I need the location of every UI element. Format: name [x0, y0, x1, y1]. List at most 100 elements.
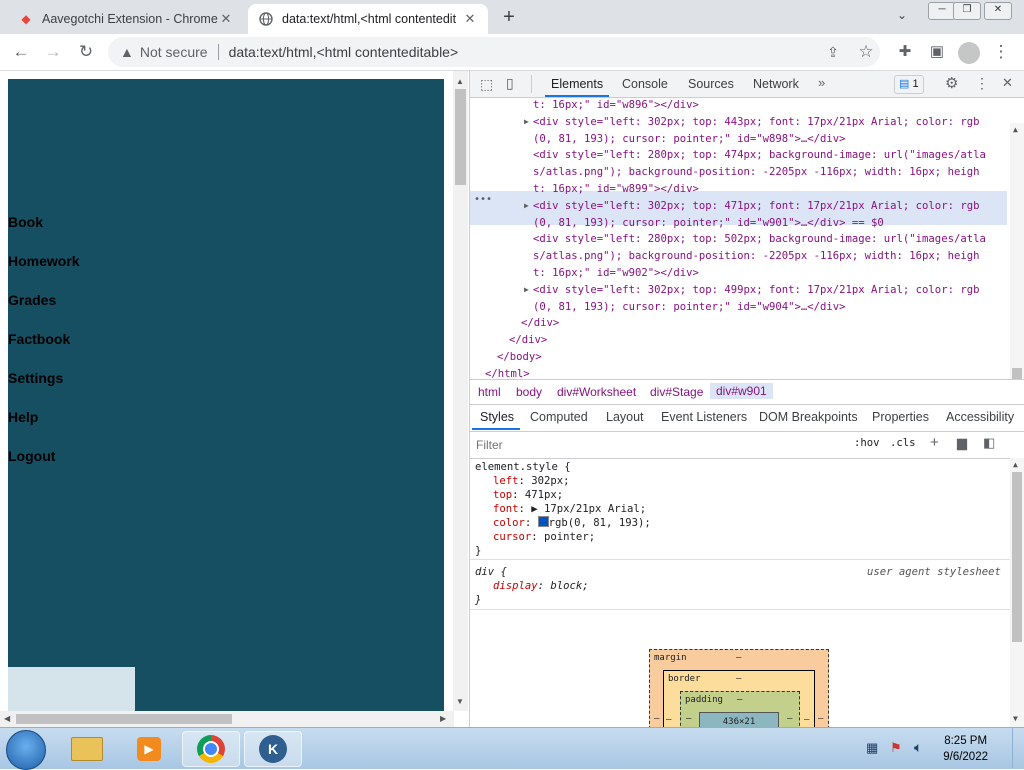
nav-link-book[interactable]: Book [8, 214, 43, 230]
breadcrumb-worksheet[interactable]: div#Worksheet [557, 385, 636, 399]
style-prop-left[interactable]: left: 302px; [493, 474, 570, 488]
subtab-computed[interactable]: Computed [530, 410, 588, 424]
scroll-thumb[interactable] [1012, 472, 1022, 642]
page-horizontal-scrollbar[interactable]: ◀ ▶ [0, 711, 454, 727]
system-clock[interactable]: 8:25 PM 9/6/2022 [943, 733, 988, 765]
subtab-properties[interactable]: Properties [872, 410, 929, 424]
start-button-icon[interactable] [6, 730, 46, 770]
box-model-border[interactable]: border – – – padding – – – 436×21 [663, 670, 815, 732]
breadcrumb-body[interactable]: body [516, 385, 542, 399]
nav-link-grades[interactable]: Grades [8, 292, 56, 308]
subtab-event-listeners[interactable]: Event Listeners [661, 410, 747, 424]
close-tab-icon[interactable]: ✕ [462, 11, 478, 27]
issues-badge[interactable]: ▤ 1 [894, 75, 924, 94]
hov-toggle[interactable]: :hov [854, 437, 880, 449]
volume-icon[interactable]: 🔈︎ [914, 739, 922, 756]
paint-brush-icon[interactable]: ▆ [957, 435, 967, 451]
tab-sources[interactable]: Sources [688, 77, 734, 91]
dom-node-line[interactable]: (0, 81, 193); cursor: pointer;" id="w898… [533, 131, 846, 148]
tab-console[interactable]: Console [622, 77, 668, 91]
bookmark-star-icon[interactable]: ☆ [855, 42, 877, 64]
close-window-icon[interactable]: ✕ [984, 2, 1012, 20]
devtools-menu-icon[interactable]: ⋮ [975, 75, 989, 92]
settings-gear-icon[interactable]: ⚙ [945, 74, 958, 92]
styles-filter-input[interactable] [474, 435, 838, 455]
dom-node-line[interactable]: ▶ <div style="left: 302px; top: 443px; fo… [524, 114, 979, 131]
action-center-flag-icon[interactable]: ⚑ [890, 740, 902, 756]
tab-elements[interactable]: Elements [544, 77, 610, 97]
cls-toggle[interactable]: .cls [890, 437, 916, 449]
reload-icon[interactable]: ↻ [75, 42, 97, 64]
scroll-thumb[interactable] [16, 714, 232, 724]
scroll-thumb[interactable] [1012, 368, 1022, 379]
security-label[interactable]: Not secure [140, 44, 208, 60]
inspect-element-icon[interactable]: ⬚ [480, 76, 493, 93]
warning-triangle-icon[interactable]: ▲ [120, 44, 134, 60]
dom-node-line[interactable]: </div> [521, 315, 559, 332]
dom-node-line[interactable]: </body> [497, 349, 542, 366]
forward-arrow-icon[interactable]: → [42, 42, 64, 64]
tab-network[interactable]: Network [753, 77, 799, 91]
network-tray-icon[interactable]: ▦ [866, 740, 878, 756]
nav-link-help[interactable]: Help [8, 409, 38, 425]
tab-search-chevron-icon[interactable]: ⌄ [897, 8, 907, 22]
close-devtools-icon[interactable]: ✕ [1002, 75, 1013, 91]
new-tab-icon[interactable]: + [497, 6, 521, 30]
breadcrumb-stage[interactable]: div#Stage [650, 385, 703, 399]
subtab-styles[interactable]: Styles [480, 410, 514, 424]
breadcrumb-w901[interactable]: div#w901 [710, 383, 773, 399]
dom-node-line[interactable]: <div style="left: 280px; top: 474px; bac… [533, 147, 986, 164]
styles-scrollbar[interactable]: ▲ ▼ [1010, 458, 1024, 727]
restore-icon[interactable]: ❐ [953, 2, 981, 20]
style-prop-top[interactable]: top: 471px; [493, 488, 563, 502]
style-prop-cursor[interactable]: cursor: pointer; [493, 530, 595, 544]
dom-node-line[interactable]: t: 16px;" id="w899"></div> [533, 181, 699, 198]
nav-link-settings[interactable]: Settings [8, 370, 63, 386]
box-model-padding[interactable]: padding – – – 436×21 [680, 691, 800, 732]
chrome-menu-icon[interactable]: ⋮ [990, 42, 1012, 64]
expand-triangle-icon[interactable]: ▶ [524, 198, 529, 215]
tab-aavegotchi[interactable]: ◆ Aavegotchi Extension - Chrome W ✕ [8, 4, 244, 34]
file-explorer-icon[interactable] [58, 731, 116, 767]
dom-node-line[interactable]: <div style="left: 280px; top: 502px; bac… [533, 231, 986, 248]
dom-node-line[interactable]: (0, 81, 193); cursor: pointer;" id="w901… [533, 215, 884, 232]
nav-link-homework[interactable]: Homework [8, 253, 80, 269]
node-actions-ellipsis-icon[interactable]: ••• [474, 194, 492, 205]
expand-triangle-icon[interactable]: ▶ [524, 282, 529, 299]
dom-node-line[interactable]: t: 16px;" id="w896"></div> [533, 97, 699, 114]
minimize-icon[interactable]: ─ [928, 2, 956, 20]
app-taskbar-icon[interactable]: K [244, 731, 302, 767]
back-arrow-icon[interactable]: ← [10, 42, 32, 64]
style-prop-color[interactable]: color: rgb(0, 81, 193); [493, 516, 651, 530]
new-style-rule-icon[interactable]: + [930, 434, 939, 451]
page-vertical-scrollbar[interactable]: ▲ ▼ [453, 71, 468, 711]
extensions-puzzle-icon[interactable]: ✚ [894, 42, 916, 64]
media-player-icon[interactable]: ▶ [120, 731, 178, 767]
share-icon[interactable]: ⇪ [822, 42, 844, 64]
device-toggle-icon[interactable]: ▯ [506, 75, 514, 92]
toggle-sidebar-icon[interactable]: ◧ [983, 435, 995, 451]
subtab-layout[interactable]: Layout [606, 410, 644, 424]
address-bar[interactable]: ▲ Not secure data:text/html,<html conten… [108, 37, 880, 67]
dom-node-line[interactable]: s/atlas.png"); background-position: -220… [533, 164, 979, 181]
nav-link-logout[interactable]: Logout [8, 448, 55, 464]
style-prop-font[interactable]: font: ▶ 17px/21px Arial; [493, 502, 646, 516]
dom-node-line[interactable]: </html> [485, 366, 530, 379]
subtab-dom-breakpoints[interactable]: DOM Breakpoints [759, 410, 858, 424]
expand-triangle-icon[interactable]: ▶ [524, 114, 529, 131]
chrome-taskbar-icon[interactable] [182, 731, 240, 767]
close-tab-icon[interactable]: ✕ [218, 11, 234, 27]
dom-node-line[interactable]: ▶ <div style="left: 302px; top: 499px; fo… [524, 282, 979, 299]
dom-node-line[interactable]: ▶ <div style="left: 302px; top: 471px; fo… [524, 198, 979, 215]
color-swatch[interactable] [537, 516, 549, 527]
nav-link-factbook[interactable]: Factbook [8, 331, 70, 347]
more-tabs-chevron-icon[interactable]: » [818, 75, 825, 90]
breadcrumb-html[interactable]: html [478, 385, 501, 399]
side-panel-icon[interactable]: ▣ [926, 42, 948, 64]
dom-node-line[interactable]: t: 16px;" id="w902"></div> [533, 265, 699, 282]
url-text[interactable]: data:text/html,<html contenteditable> [229, 44, 459, 60]
tab-data-url[interactable]: data:text/html,<html contentedit ✕ [248, 4, 488, 34]
dom-node-line[interactable]: </div> [509, 332, 547, 349]
subtab-accessibility[interactable]: Accessibility [946, 410, 1014, 424]
scroll-thumb[interactable] [455, 89, 466, 185]
